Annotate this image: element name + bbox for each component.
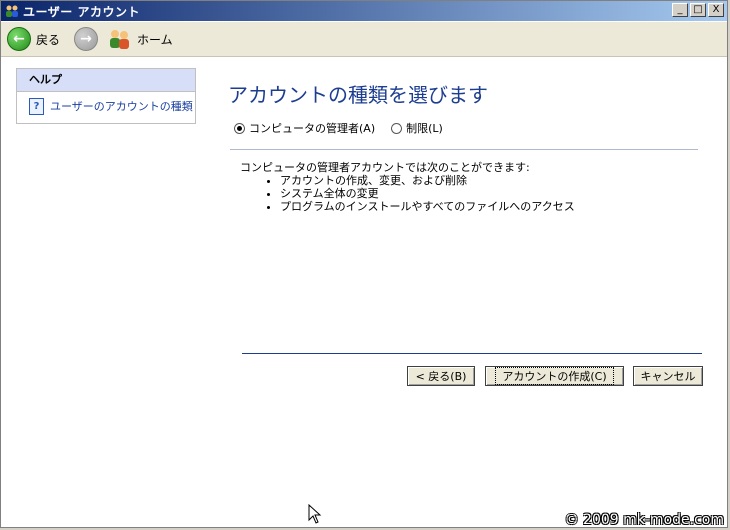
user-accounts-window: ユーザー アカウント _ □ X ← 戻る → ホーム ヘルプ ? ユーザーのア…: [0, 0, 728, 528]
user-accounts-icon: [6, 5, 18, 17]
back-button[interactable]: ← 戻る: [7, 27, 60, 51]
back-label: 戻る: [36, 32, 61, 47]
help-panel: ヘルプ ? ユーザーのアカウントの種類: [16, 68, 196, 124]
window-title: ユーザー アカウント: [23, 4, 140, 19]
create-account-button[interactable]: アカウントの作成(C): [485, 366, 624, 386]
page-title: アカウントの種類を選びます: [228, 83, 488, 107]
navigation-toolbar: ← 戻る → ホーム: [1, 22, 727, 57]
watermark: © 2009 mk-mode.com: [564, 512, 724, 528]
divider: [230, 149, 698, 150]
radio-administrator-indicator[interactable]: [234, 122, 245, 134]
cancel-button[interactable]: キャンセル: [633, 366, 703, 386]
back-arrow-icon: ←: [7, 27, 31, 51]
back-step-button[interactable]: < 戻る(B): [407, 366, 475, 386]
users-home-icon: [110, 30, 130, 49]
close-button[interactable]: X: [708, 3, 724, 17]
list-item: システム全体の変更: [280, 187, 575, 200]
help-panel-header: ヘルプ: [17, 69, 195, 92]
maximize-button[interactable]: □: [690, 3, 706, 17]
sidebar-item-account-types[interactable]: ? ユーザーのアカウントの種類: [17, 92, 195, 120]
radio-administrator[interactable]: コンピュータの管理者(A): [234, 120, 375, 136]
minimize-button[interactable]: _: [672, 3, 688, 17]
description-intro: コンピュータの管理者アカウントでは次のことができます:: [240, 161, 530, 174]
list-item: アカウントの作成、変更、および削除: [280, 174, 575, 187]
mouse-cursor-icon: [308, 504, 322, 524]
account-description: コンピュータの管理者アカウントでは次のことができます: アカウントの作成、変更、…: [240, 161, 575, 213]
title-bar[interactable]: ユーザー アカウント _ □ X: [1, 1, 727, 21]
radio-administrator-label: コンピュータの管理者(A): [249, 122, 376, 135]
help-icon: ?: [29, 97, 44, 115]
content-area: ヘルプ ? ユーザーのアカウントの種類 アカウントの種類を選びます コンピュータ…: [2, 57, 726, 526]
create-account-label: アカウントの作成(C): [495, 367, 614, 385]
radio-limited[interactable]: 制限(L): [391, 120, 443, 136]
sidebar-item-label: ユーザーのアカウントの種類: [50, 100, 193, 113]
radio-limited-label: 制限(L): [406, 122, 443, 135]
button-divider: [242, 353, 702, 354]
capability-list: アカウントの作成、変更、および削除 システム全体の変更 プログラムのインストール…: [240, 174, 575, 213]
forward-button[interactable]: →: [74, 27, 99, 51]
forward-arrow-icon: →: [74, 27, 99, 51]
radio-limited-indicator[interactable]: [391, 122, 403, 134]
list-item: プログラムのインストールやすべてのファイルへのアクセス: [280, 200, 575, 213]
button-row: < 戻る(B) アカウントの作成(C) キャンセル: [407, 366, 703, 386]
account-type-radio-group: コンピュータの管理者(A) 制限(L): [234, 120, 459, 136]
home-button[interactable]: ホーム: [108, 28, 173, 50]
home-label: ホーム: [137, 32, 173, 47]
